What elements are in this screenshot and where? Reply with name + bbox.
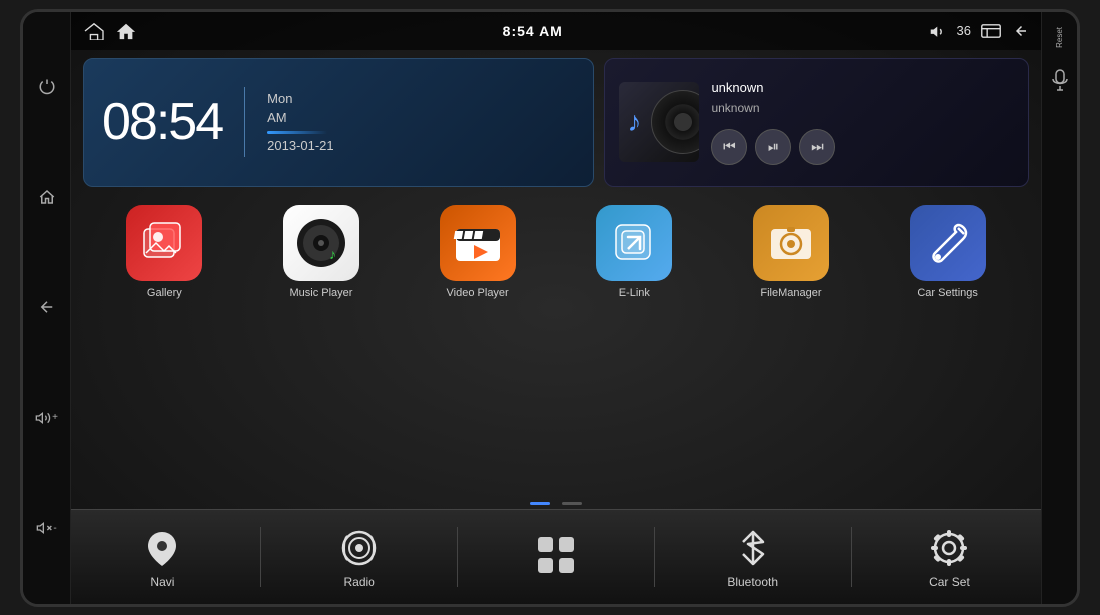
status-left-icons	[83, 21, 137, 41]
car-settings-icon	[910, 205, 986, 281]
carset-label: Car Set	[929, 575, 970, 589]
status-bar: 8:54 AM 36	[71, 12, 1041, 50]
widgets-area: 08:54 Mon AM 2013-01-21 ♪ unknown unknow…	[71, 50, 1041, 195]
music-info: unknown unknown ⏮ ⏯ ⏭	[711, 80, 1014, 165]
elink-label: E-Link	[619, 287, 650, 299]
video-player-icon	[440, 205, 516, 281]
navi-label: Navi	[150, 575, 174, 589]
bluetooth-svg	[735, 528, 771, 568]
home-outline-icon	[83, 22, 105, 40]
dock-carset[interactable]: Car Set	[904, 525, 994, 589]
app-video-player[interactable]: Video Player	[428, 205, 528, 299]
radio-icon	[336, 525, 382, 571]
music-player-icon: ♪	[283, 205, 359, 281]
dock-navi[interactable]: Navi	[117, 525, 207, 589]
clock-date: 2013-01-21	[267, 138, 334, 153]
reset-button[interactable]: Reset	[1049, 27, 1071, 49]
volume-up-button[interactable]: +	[33, 404, 61, 432]
music-note-icon: ♪	[627, 106, 641, 138]
play-pause-button[interactable]: ⏯	[755, 129, 791, 165]
status-time: 8:54 AM	[503, 23, 563, 39]
home-button[interactable]	[33, 183, 61, 211]
music-controls: ⏮ ⏯ ⏭	[711, 129, 1014, 165]
app-filemanager[interactable]: FileManager	[741, 205, 841, 299]
clock-time: 08:54	[102, 96, 222, 148]
car-settings-label: Car Settings	[917, 287, 978, 299]
volume-down-button[interactable]: -	[33, 514, 61, 542]
dock-radio[interactable]: Radio	[314, 525, 404, 589]
app-music-player[interactable]: ♪ Music Player	[271, 205, 371, 299]
main-screen: 8:54 AM 36	[71, 12, 1041, 604]
filemanager-label: FileManager	[760, 287, 821, 299]
dock-separator-3	[654, 527, 655, 587]
elink-svg	[606, 215, 662, 271]
dock-bluetooth[interactable]: Bluetooth	[708, 525, 798, 589]
dock-home[interactable]	[511, 532, 601, 582]
clock-accent-line	[267, 131, 327, 134]
prev-button[interactable]: ⏮	[711, 129, 747, 165]
volume-level: 36	[957, 23, 971, 38]
radio-label: Radio	[344, 575, 375, 589]
video-svg	[450, 215, 506, 271]
radio-svg	[339, 528, 379, 568]
music-widget: ♪ unknown unknown ⏮ ⏯ ⏭	[604, 58, 1029, 187]
left-side-controls: + -	[23, 12, 71, 604]
back-button[interactable]	[33, 293, 61, 321]
bluetooth-label: Bluetooth	[727, 575, 778, 589]
music-svg: ♪	[293, 215, 349, 271]
right-side-controls: Reset	[1041, 12, 1077, 604]
clock-date-info: Mon AM 2013-01-21	[267, 91, 334, 153]
dock-separator-2	[457, 527, 458, 587]
bottom-dock: Navi Radio	[71, 509, 1041, 604]
home-filled-icon	[115, 21, 137, 41]
reset-label: Reset	[1055, 27, 1064, 48]
mic-button[interactable]	[1049, 69, 1071, 91]
apps-grid-icon	[533, 532, 579, 578]
back-icon	[1011, 23, 1029, 39]
settings-svg	[920, 215, 976, 271]
svg-text:♪: ♪	[329, 246, 336, 262]
filemanager-svg	[763, 215, 819, 271]
filemanager-icon	[753, 205, 829, 281]
track-name: unknown	[711, 80, 1014, 95]
page-dot-2	[562, 502, 582, 505]
clock-widget: 08:54 Mon AM 2013-01-21	[83, 58, 594, 187]
next-button[interactable]: ⏭	[799, 129, 835, 165]
gear-svg	[928, 527, 970, 569]
page-dot-1	[530, 502, 550, 505]
volume-icon	[929, 23, 947, 39]
navi-icon	[139, 525, 185, 571]
mic-icon	[1052, 69, 1068, 91]
elink-icon	[596, 205, 672, 281]
video-player-label: Video Player	[447, 287, 509, 299]
carset-icon	[926, 525, 972, 571]
apps-row-1: Gallery ♪ Music Player	[91, 205, 1021, 299]
album-art: ♪	[619, 82, 699, 162]
dock-separator-4	[851, 527, 852, 587]
dock-separator-1	[260, 527, 261, 587]
power-button[interactable]	[33, 73, 61, 101]
artist-name: unknown	[711, 101, 1014, 115]
bluetooth-icon	[730, 525, 776, 571]
clock-day: Mon	[267, 91, 334, 106]
page-indicators	[71, 498, 1041, 509]
gallery-svg	[136, 215, 192, 271]
clock-divider	[244, 87, 245, 157]
apps-svg	[535, 534, 577, 576]
clock-period: AM	[267, 110, 334, 125]
app-elink[interactable]: E-Link	[584, 205, 684, 299]
window-icon	[981, 23, 1001, 39]
gallery-label: Gallery	[147, 287, 182, 299]
music-player-label: Music Player	[290, 287, 353, 299]
location-pin-icon	[142, 528, 182, 568]
status-right-icons: 36	[929, 23, 1029, 39]
car-head-unit: + - 8:54 AM	[20, 9, 1080, 607]
vinyl-disc	[651, 90, 699, 154]
gallery-icon	[126, 205, 202, 281]
app-car-settings[interactable]: Car Settings	[898, 205, 998, 299]
app-gallery[interactable]: Gallery	[114, 205, 214, 299]
apps-grid: Gallery ♪ Music Player	[71, 195, 1041, 498]
